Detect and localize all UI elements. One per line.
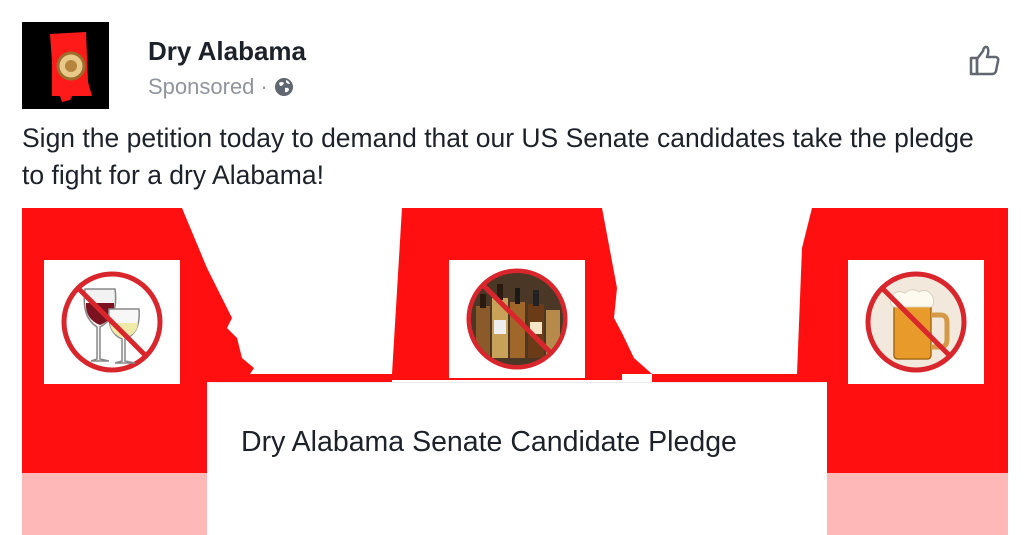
alabama-logo-icon: [22, 22, 109, 109]
card-title: Dry Alabama Senate Candidate Pledge: [241, 426, 737, 458]
post-meta: Sponsored ·: [148, 74, 294, 100]
meta-separator: ·: [260, 74, 268, 99]
thumbs-up-icon: [969, 45, 1000, 76]
page-avatar[interactable]: [22, 22, 109, 109]
like-button[interactable]: [966, 42, 1002, 78]
sponsored-label: Sponsored: [148, 74, 255, 99]
post-header: Dry Alabama Sponsored ·: [22, 22, 1002, 112]
page-name[interactable]: Dry Alabama: [148, 36, 306, 67]
ad-banner-image[interactable]: Dry Alabama Senate Candidate Pledge: [22, 208, 1008, 535]
link-card[interactable]: Dry Alabama Senate Candidate Pledge: [207, 382, 827, 535]
post-message: Sign the petition today to demand that o…: [22, 123, 974, 190]
globe-icon: [274, 77, 294, 97]
no-wine-icon: [44, 260, 180, 384]
no-liquor-icon: [449, 260, 585, 378]
no-beer-icon: [848, 260, 984, 384]
